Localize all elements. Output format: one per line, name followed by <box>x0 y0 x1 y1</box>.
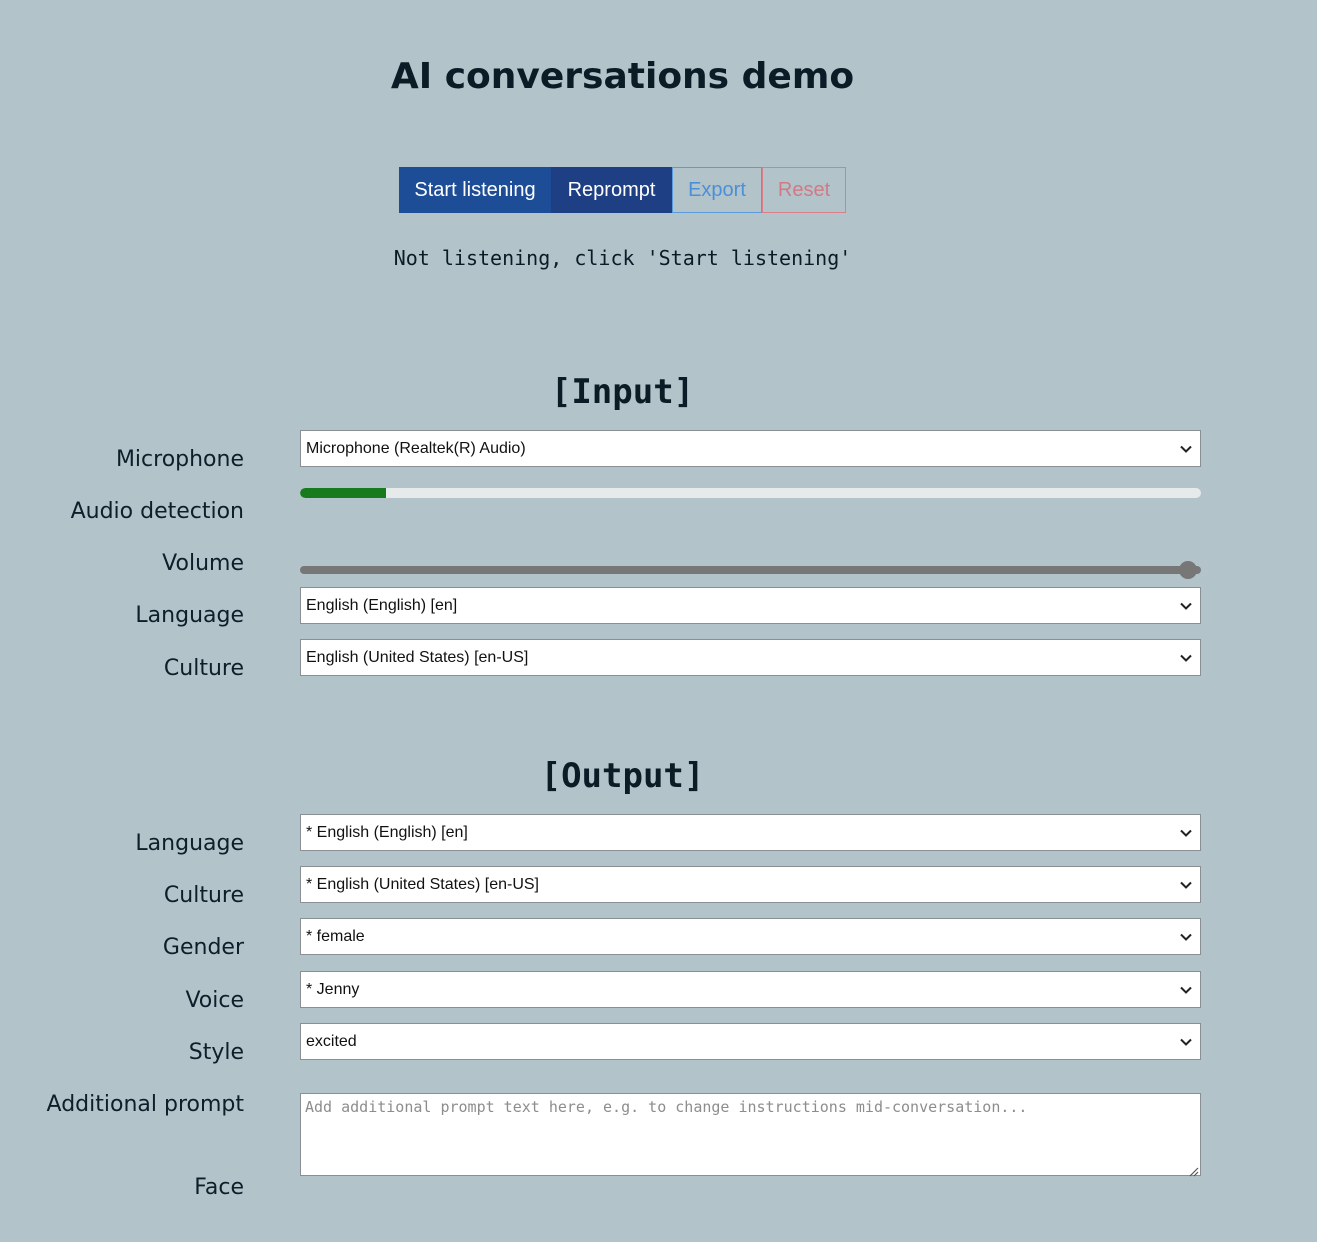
output-culture-select[interactable]: * English (United States) [en-US] <box>300 866 1201 903</box>
resize-grip-icon[interactable] <box>1187 1162 1199 1177</box>
chevron-down-icon <box>1172 866 1200 903</box>
input-section-heading: [Input] <box>550 372 695 412</box>
output-section-heading: [Output] <box>540 756 705 796</box>
gender-select[interactable]: * female <box>300 918 1201 955</box>
chevron-down-icon <box>1172 814 1200 851</box>
chevron-down-icon <box>1172 587 1200 624</box>
reprompt-button[interactable]: Reprompt <box>551 167 672 213</box>
volume-slider-handle[interactable] <box>1179 561 1197 579</box>
input-culture-select[interactable]: English (United States) [en-US] <box>300 639 1201 676</box>
input-language-select-value: English (English) [en] <box>306 596 458 614</box>
output-language-select-value: * English (English) [en] <box>306 823 468 841</box>
chevron-down-icon <box>1172 918 1200 955</box>
style-select-value: excited <box>306 1032 357 1050</box>
chevron-down-icon <box>1172 430 1200 467</box>
input-language-select[interactable]: English (English) [en] <box>300 587 1201 624</box>
audio-detection-label: Audio detection <box>70 499 244 524</box>
input-language-label: Language <box>135 603 244 628</box>
additional-prompt-textarea[interactable] <box>301 1094 1200 1175</box>
style-select[interactable]: excited <box>300 1023 1201 1060</box>
export-button[interactable]: Export <box>672 167 762 213</box>
reset-button[interactable]: Reset <box>762 167 846 213</box>
volume-label: Volume <box>162 551 244 576</box>
voice-select[interactable]: * Jenny <box>300 971 1201 1008</box>
additional-prompt-label: Additional prompt <box>46 1092 244 1117</box>
audio-detection-level <box>300 488 386 498</box>
output-language-select[interactable]: * English (English) [en] <box>300 814 1201 851</box>
output-language-label: Language <box>135 831 244 856</box>
voice-label: Voice <box>185 988 244 1013</box>
chevron-down-icon <box>1172 971 1200 1008</box>
chevron-down-icon <box>1172 1023 1200 1060</box>
voice-select-value: * Jenny <box>306 980 360 998</box>
gender-select-value: * female <box>306 927 365 945</box>
audio-detection-meter <box>300 488 1201 498</box>
input-culture-label: Culture <box>163 656 244 681</box>
page-title: AI conversations demo <box>390 56 855 97</box>
listening-status: Not listening, click 'Start listening' <box>393 246 852 270</box>
toolbar: Start listening Reprompt Export Reset <box>399 167 846 213</box>
input-culture-select-value: English (United States) [en-US] <box>306 648 529 666</box>
output-culture-select-value: * English (United States) [en-US] <box>306 875 539 893</box>
style-label: Style <box>188 1040 244 1065</box>
volume-slider[interactable] <box>300 561 1201 579</box>
gender-label: Gender <box>162 935 244 960</box>
chevron-down-icon <box>1172 639 1200 676</box>
microphone-label: Microphone <box>115 447 244 472</box>
additional-prompt-box <box>300 1093 1201 1177</box>
start-listening-button[interactable]: Start listening <box>399 167 551 213</box>
output-culture-label: Culture <box>163 883 244 908</box>
face-label: Face <box>194 1175 244 1200</box>
microphone-select-value: Microphone (Realtek(R) Audio) <box>306 439 526 457</box>
microphone-select[interactable]: Microphone (Realtek(R) Audio) <box>300 430 1201 467</box>
